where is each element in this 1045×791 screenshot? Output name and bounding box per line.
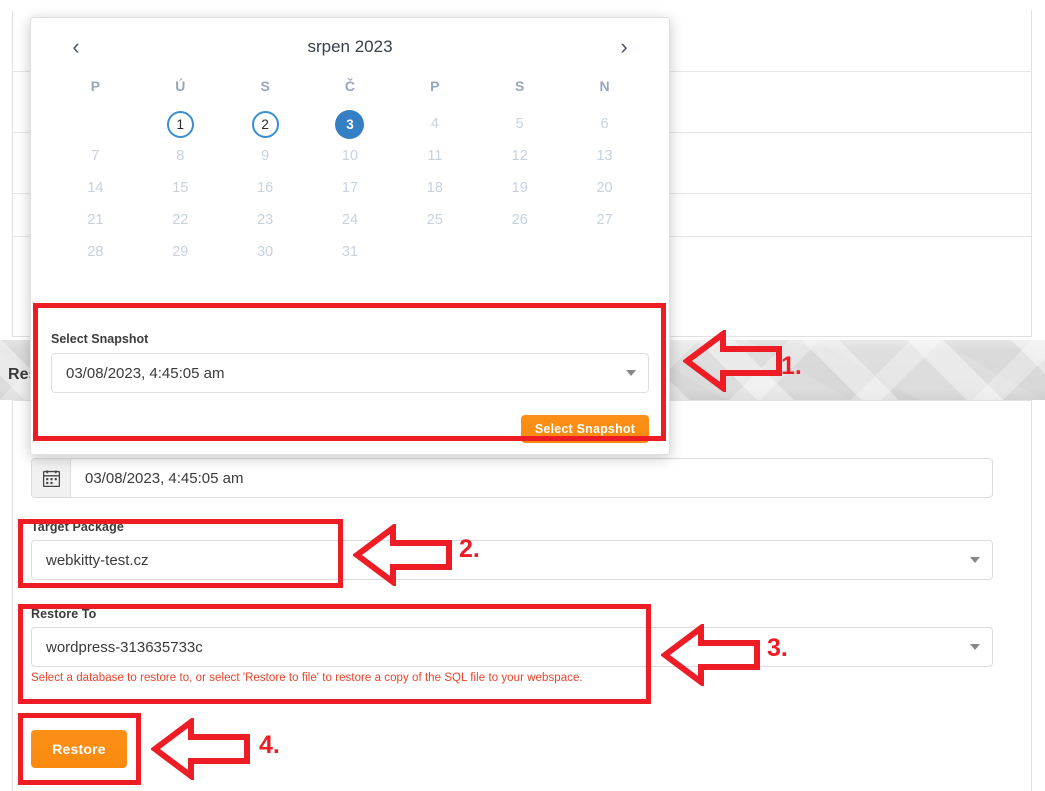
calendar-day-5: 5 <box>515 116 524 132</box>
calendar-weekday-1: Ú <box>175 78 186 94</box>
calendar-day-9: 9 <box>261 148 270 164</box>
calendar-day-21: 21 <box>87 212 104 228</box>
datepicker-popup: ‹ srpen 2023 › PÚSČPSN 1 2 3 4 5 6 7 8 9 10 11 12 13… <box>30 17 670 455</box>
snapshot-picker-section: Select Snapshot 03/08/2023, 4:45:05 am S… <box>31 318 669 454</box>
restore-to-group: Restore To wordpress-313635733c Select a… <box>31 607 993 684</box>
calendar-day-22: 22 <box>172 212 189 228</box>
restore-button[interactable]: Restore <box>31 730 127 768</box>
calendar-day-available-pill: 2 <box>251 110 279 138</box>
calendar-day-10: 10 <box>341 148 359 164</box>
calendar-day-16: 16 <box>257 180 274 196</box>
snapshot-actions: Select Snapshot <box>51 415 649 443</box>
calendar-day-20: 20 <box>596 180 613 196</box>
calendar-day-31: 31 <box>341 244 359 260</box>
calendar-month-title: srpen 2023 <box>307 37 393 56</box>
target-package-select[interactable]: webkitty-test.cz <box>31 540 993 580</box>
calendar-day-7: 7 <box>91 148 100 164</box>
target-package-group: Target Package webkitty-test.cz <box>31 520 993 580</box>
snapshot-date-field[interactable]: 03/08/2023, 4:45:05 am <box>31 458 993 498</box>
snapshot-label: Select Snapshot <box>51 332 149 346</box>
calendar-day-14: 14 <box>87 180 104 196</box>
calendar-day-11: 11 <box>427 148 443 164</box>
calendar-day-1[interactable]: 1 <box>138 108 223 140</box>
calendar-day-27: 27 <box>596 212 613 228</box>
restore-to-label: Restore To <box>31 607 97 621</box>
calendar-weekday-4: P <box>430 78 440 94</box>
restore-to-select[interactable]: wordpress-313635733c <box>31 627 993 667</box>
snapshot-date-value[interactable]: 03/08/2023, 4:45:05 am <box>71 459 992 497</box>
chevron-left-icon[interactable]: ‹ <box>59 30 93 64</box>
calendar-day-2[interactable]: 2 <box>223 108 308 140</box>
calendar-day-29: 29 <box>172 244 189 260</box>
target-package-label: Target Package <box>31 520 124 534</box>
calendar-weekday-2: S <box>260 78 270 94</box>
calendar-day-24: 24 <box>341 212 359 228</box>
chevron-down-icon <box>970 557 980 563</box>
calendar-day-18: 18 <box>426 180 443 196</box>
calendar-day-17: 17 <box>341 180 359 196</box>
calendar-day-12: 12 <box>511 148 528 164</box>
calendar-day-4: 4 <box>430 116 439 132</box>
calendar-day-19: 19 <box>511 180 528 196</box>
calendar-weekday-header: PÚSČPSN <box>31 78 669 94</box>
calendar-day-8: 8 <box>176 148 185 164</box>
calendar-header: ‹ srpen 2023 › <box>31 18 669 76</box>
calendar-day-28: 28 <box>87 244 104 260</box>
calendar-day-available-pill: 1 <box>166 110 194 138</box>
chevron-down-icon <box>970 644 980 650</box>
select-snapshot-button[interactable]: Select Snapshot <box>521 415 649 443</box>
calendar-day-26: 26 <box>511 212 528 228</box>
restore-to-value: wordpress-313635733c <box>46 638 203 656</box>
target-package-value: webkitty-test.cz <box>46 551 149 569</box>
calendar-day-15: 15 <box>172 180 189 196</box>
chevron-right-icon[interactable]: › <box>607 30 641 64</box>
calendar-day-blank <box>53 108 138 140</box>
restore-form: 03/08/2023, 4:45:05 am Target Package we… <box>0 400 1045 791</box>
snapshot-value: 03/08/2023, 4:45:05 am <box>66 364 225 382</box>
calendar-weekday-6: N <box>599 78 610 94</box>
calendar-day-selected-pill: 3 <box>335 109 365 139</box>
calendar-icon[interactable] <box>32 459 71 497</box>
chevron-down-icon <box>626 370 636 376</box>
calendar-day-30: 30 <box>257 244 274 260</box>
calendar-day-13: 13 <box>596 148 613 164</box>
calendar-day-6: 6 <box>600 116 609 132</box>
calendar-weekday-3: Č <box>344 78 356 94</box>
calendar-weekday-5: S <box>515 78 525 94</box>
calendar-day-3[interactable]: 3 <box>308 108 393 140</box>
calendar-day-grid: 1 2 3 4 5 6 7 8 9 10 11 12 13 14 15 16 17 18 19 20 21 22 23 24 2… <box>31 94 669 268</box>
calendar-day-25: 25 <box>426 212 443 228</box>
snapshot-select[interactable]: 03/08/2023, 4:45:05 am <box>51 353 649 393</box>
calendar-day-23: 23 <box>257 212 274 228</box>
restore-to-help-text: Select a database to restore to, or sele… <box>31 672 583 684</box>
calendar-weekday-0: P <box>90 78 101 94</box>
